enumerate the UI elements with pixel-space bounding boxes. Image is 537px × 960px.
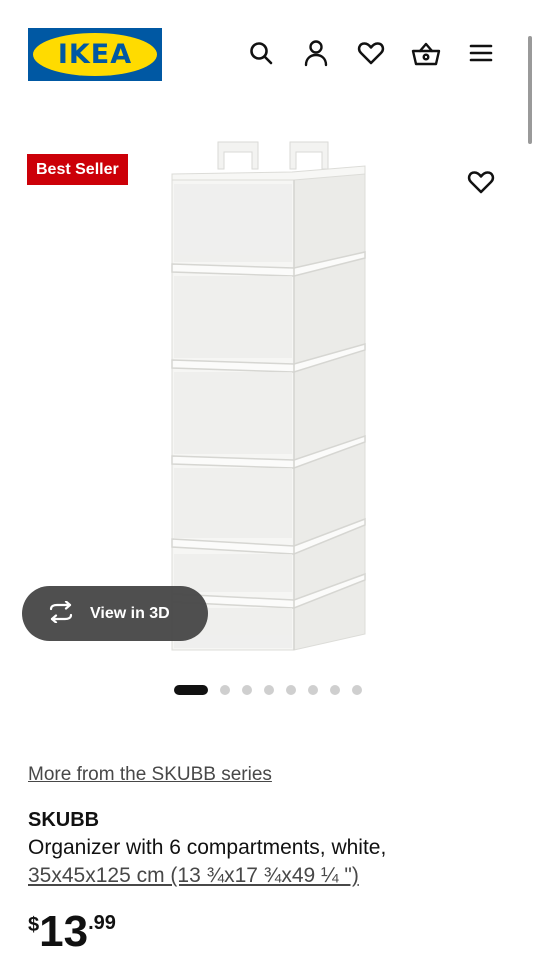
- rotate-3d-icon: [46, 599, 76, 627]
- product-description: Organizer with 6 compartments, white,: [28, 836, 387, 859]
- carousel-dot[interactable]: [286, 685, 296, 695]
- carousel-dot-active[interactable]: [174, 685, 208, 695]
- image-carousel-dots[interactable]: [174, 684, 362, 696]
- series-link[interactable]: More from the SKUBB series: [28, 764, 272, 786]
- price-decimals: .99: [88, 912, 116, 934]
- carousel-dot[interactable]: [352, 685, 362, 695]
- product-dimensions-link[interactable]: 35x45x125 cm (13 ¾x17 ¾x49 ¼ "): [28, 864, 359, 888]
- logo-oval: IKEA: [33, 33, 157, 76]
- search-icon[interactable]: [246, 38, 276, 68]
- view-in-3d-button[interactable]: View in 3D: [22, 586, 208, 641]
- page-scrollbar[interactable]: [528, 36, 532, 144]
- carousel-dot[interactable]: [308, 685, 318, 695]
- price-integer: 13: [39, 907, 89, 956]
- carousel-dot[interactable]: [242, 685, 252, 695]
- logo-text: IKEA: [57, 39, 133, 70]
- best-seller-badge: Best Seller: [27, 154, 128, 185]
- cart-icon[interactable]: [411, 38, 441, 68]
- favourites-icon[interactable]: [356, 38, 386, 68]
- carousel-dot[interactable]: [330, 685, 340, 695]
- carousel-dot[interactable]: [220, 685, 230, 695]
- price-currency: $: [28, 914, 40, 936]
- account-icon[interactable]: [301, 38, 331, 68]
- carousel-dot[interactable]: [264, 685, 274, 695]
- header: IKEA: [0, 0, 537, 144]
- menu-icon[interactable]: [466, 38, 496, 68]
- product-price: $ 13 .99: [28, 908, 116, 956]
- add-to-favourites-heart-icon[interactable]: [466, 167, 496, 197]
- view-in-3d-label: View in 3D: [90, 604, 170, 622]
- product-image[interactable]: [160, 134, 375, 659]
- product-name: SKUBB: [28, 809, 100, 831]
- ikea-logo[interactable]: IKEA: [28, 28, 162, 81]
